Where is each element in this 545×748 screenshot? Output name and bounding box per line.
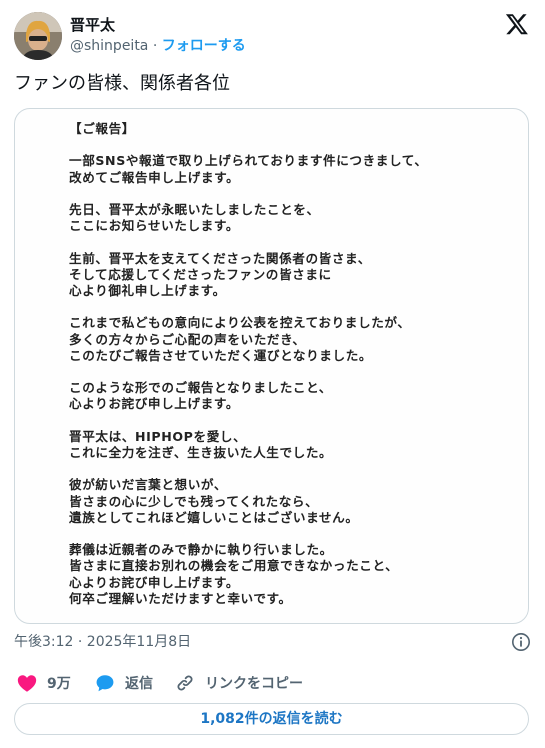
reply-label: 返信 bbox=[125, 676, 153, 692]
link-icon bbox=[177, 675, 193, 691]
document-line: 皆さまに直接お別れの機会をご用意できなかったこと、 bbox=[69, 558, 399, 574]
separator: · bbox=[152, 38, 158, 54]
copy-link-label: リンクをコピー bbox=[205, 676, 303, 692]
media-image[interactable]: 【ご報告】一部SNSや報道で取り上げられております件につきまして、 改めてご報告申… bbox=[14, 108, 529, 624]
document-line: このような形でのご報告となりましたこと、 bbox=[69, 380, 332, 396]
reply-bubble-icon bbox=[96, 675, 114, 692]
copy-link-button[interactable]: リンクをコピー bbox=[174, 670, 303, 696]
document-line: 何卒ご理解いただけますと幸いです。 bbox=[69, 590, 292, 606]
document-paragraph: 彼が紡いだ言葉と想いが、 皆さまの心に少しでも残ってくれたなら、 遺族としてこれほど… bbox=[69, 477, 509, 526]
document-paragraph: このような形でのご報告となりましたこと、 心よりお詫び申し上げます。 bbox=[69, 380, 509, 412]
x-logo-icon[interactable] bbox=[505, 12, 529, 36]
document-paragraph: 先日、晋平太が永眠いたしましたことを、 ここにお知らせいたします。 bbox=[69, 202, 509, 234]
document-line: 葬儀は近親者のみで静かに執り行いました。 bbox=[69, 542, 333, 558]
reply-button[interactable]: 返信 bbox=[94, 670, 153, 696]
like-count: 9万 bbox=[47, 676, 71, 692]
heart-icon bbox=[17, 675, 37, 692]
document-line: 【ご報告】 bbox=[69, 121, 135, 136]
action-bar: 9万 返信 リンクをコピー bbox=[14, 670, 531, 696]
document-line: ここにお知らせいたします。 bbox=[69, 218, 240, 234]
document-line: 生前、晋平太を支えてくださった関係者の皆さま、 bbox=[69, 250, 371, 266]
document-paragraph: これまで私どもの意向により公表を控えておりましたが、 多くの方々からご心配の声をい… bbox=[69, 315, 509, 364]
display-name[interactable]: 晋平太 bbox=[70, 16, 246, 35]
follow-button[interactable]: フォローする bbox=[162, 38, 246, 54]
document-line: 心より御礼申し上げます。 bbox=[69, 282, 226, 298]
document-line: このたびご報告させていただく運びとなりました。 bbox=[69, 347, 373, 363]
document-line: 多くの方々からご心配の声をいただき、 bbox=[69, 331, 306, 347]
document-paragraph: 晋平太は、HIPHOPを愛し、 これに全力を注ぎ、生き抜いた人生でした。 bbox=[69, 429, 509, 461]
announcement-document: 【ご報告】一部SNSや報道で取り上げられております件につきまして、 改めてご報告申… bbox=[69, 121, 509, 623]
avatar[interactable] bbox=[14, 12, 62, 60]
document-line: 彼が紡いだ言葉と想いが、 bbox=[69, 477, 228, 493]
tweet-text: ファンの皆様、関係者各位 bbox=[14, 73, 230, 94]
document-line: これまで私どもの意向により公表を控えておりましたが、 bbox=[69, 315, 411, 331]
document-line: 心よりお詫び申し上げます。 bbox=[69, 574, 240, 590]
like-button[interactable]: 9万 bbox=[16, 670, 71, 696]
document-line: 先日、晋平太が永眠いたしましたことを、 bbox=[69, 201, 320, 217]
document-line: 心よりお詫び申し上げます。 bbox=[69, 396, 240, 412]
document-line: 改めてご報告申し上げます。 bbox=[69, 169, 240, 185]
document-paragraph: 葬儀は近親者のみで静かに執り行いました。 皆さまに直接お別れの機会をご用意できなか… bbox=[69, 542, 509, 607]
info-icon[interactable] bbox=[511, 632, 531, 652]
tweet-header: 晋平太 @shinpeita · フォローする bbox=[14, 12, 531, 60]
document-paragraph: 【ご報告】 bbox=[69, 121, 509, 137]
document-line: 遺族としてこれほど嬉しいことはございません。 bbox=[69, 509, 359, 525]
document-line: 一部SNSや報道で取り上げられております件につきまして、 bbox=[69, 153, 428, 169]
document-paragraph: 生前、晋平太を支えてくださった関係者の皆さま、 そして応援してくださったファンの皆… bbox=[69, 251, 509, 300]
document-line: 皆さまの心に少しでも残ってくれたなら、 bbox=[69, 493, 319, 509]
document-line: そして応援してくださったファンの皆さまに bbox=[69, 266, 332, 282]
timestamp[interactable]: 午後3:12 · 2025年11月8日 bbox=[14, 634, 191, 650]
document-line: 晋平太は、HIPHOPを愛し、 bbox=[69, 428, 247, 444]
document-line: これに全力を注ぎ、生き抜いた人生でした。 bbox=[69, 444, 333, 460]
document-paragraph: 一部SNSや報道で取り上げられております件につきまして、 改めてご報告申し上げます… bbox=[69, 153, 509, 185]
read-replies-button[interactable]: 1,082件の返信を読む bbox=[14, 703, 529, 735]
handle[interactable]: @shinpeita bbox=[70, 38, 148, 54]
